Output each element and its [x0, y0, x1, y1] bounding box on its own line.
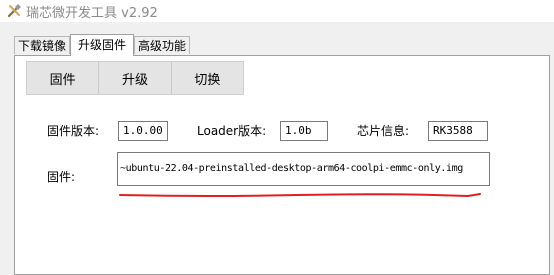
- firmware-version-label: 固件版本:: [47, 124, 100, 138]
- switch-button[interactable]: 切换: [172, 62, 243, 94]
- firmware-button[interactable]: 固件: [27, 62, 100, 94]
- tab-upgrade-firmware[interactable]: 升级固件: [70, 34, 134, 56]
- firmware-path-field[interactable]: ~ubuntu-22.04-preinstalled-desktop-arm64…: [117, 152, 490, 186]
- tools-icon: [7, 4, 21, 18]
- firmware-version-field: 1.0.00: [118, 121, 168, 141]
- upgrade-button[interactable]: 升级: [99, 62, 172, 94]
- firmware-path-label: 固件:: [47, 170, 76, 184]
- tab-download-image[interactable]: 下载镜像: [14, 36, 70, 54]
- tab-advanced-functions[interactable]: 高级功能: [134, 36, 190, 54]
- loader-version-label: Loader版本:: [197, 124, 267, 138]
- chip-info-label: 芯片信息:: [357, 124, 410, 138]
- action-toolbar: 固件 升级 切换: [26, 61, 244, 95]
- title-bar: 瑞芯微开发工具 v2.92: [0, 0, 554, 22]
- chip-info-field: RK3588: [428, 121, 488, 141]
- red-underline-annotation: [119, 193, 481, 198]
- loader-version-field: 1.0b: [280, 121, 328, 141]
- window-title: 瑞芯微开发工具 v2.92: [26, 6, 158, 21]
